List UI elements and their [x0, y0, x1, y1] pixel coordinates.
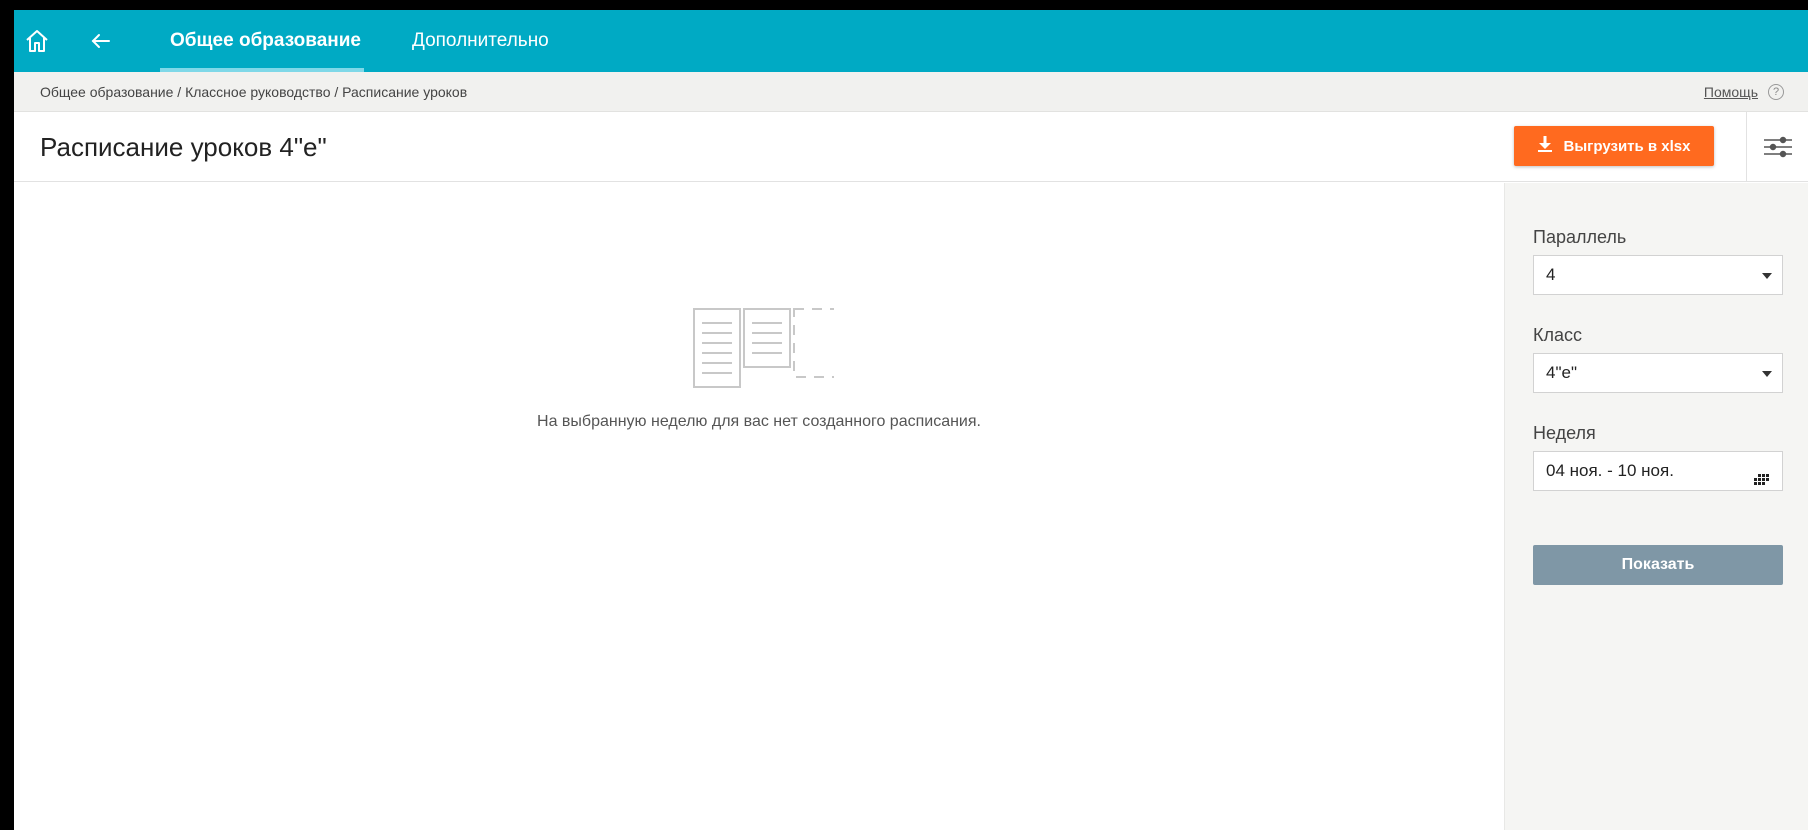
- parallel-label: Параллель: [1533, 227, 1627, 247]
- show-button[interactable]: Показать: [1533, 545, 1783, 585]
- download-icon: [1537, 136, 1552, 156]
- export-button-label: Выгрузить в xlsx: [1563, 137, 1691, 155]
- page-title: Расписание уроков 4"е": [40, 132, 327, 162]
- schedule-content: На выбранную неделю для вас нет созданно…: [14, 183, 1504, 830]
- tab-general-education[interactable]: Общее образование: [170, 10, 361, 72]
- top-navigation-bar: Общее образование Дополнительно: [14, 10, 1808, 72]
- page-header: Расписание уроков 4"е" Выгрузить в xlsx: [14, 112, 1808, 182]
- home-icon[interactable]: [22, 26, 52, 56]
- empty-message: На выбранную неделю для вас нет созданно…: [537, 413, 981, 430]
- class-label: Класс: [1533, 325, 1582, 345]
- tab-additional[interactable]: Дополнительно: [412, 10, 549, 72]
- parallel-value: 4: [1546, 265, 1556, 284]
- filter-panel: Параллель 4 Класс 4"е" Неделя 04 ноя. - …: [1504, 183, 1808, 830]
- week-picker[interactable]: 04 ноя. - 10 ноя.: [1533, 451, 1783, 491]
- week-label: Неделя: [1533, 423, 1596, 443]
- breadcrumb[interactable]: Общее образование / Классное руководство…: [40, 72, 467, 112]
- help-link[interactable]: Помощь: [1704, 72, 1758, 112]
- export-xlsx-button[interactable]: Выгрузить в xlsx: [1514, 126, 1714, 166]
- sliders-icon[interactable]: [1746, 112, 1808, 182]
- class-select[interactable]: 4"е": [1533, 353, 1783, 393]
- class-value: 4"е": [1546, 363, 1577, 382]
- arrow-left-icon[interactable]: [86, 26, 116, 56]
- week-value: 04 ноя. - 10 ноя.: [1546, 461, 1674, 480]
- app-window: Общее образование Дополнительно Общее об…: [14, 10, 1808, 830]
- help-icon[interactable]: ?: [1768, 84, 1784, 100]
- empty-schedule-icon: [674, 301, 839, 396]
- chevron-down-icon: [1762, 273, 1772, 279]
- calendar-icon[interactable]: [1752, 464, 1770, 502]
- breadcrumb-bar: Общее образование / Классное руководство…: [14, 72, 1808, 112]
- chevron-down-icon: [1762, 371, 1772, 377]
- parallel-select[interactable]: 4: [1533, 255, 1783, 295]
